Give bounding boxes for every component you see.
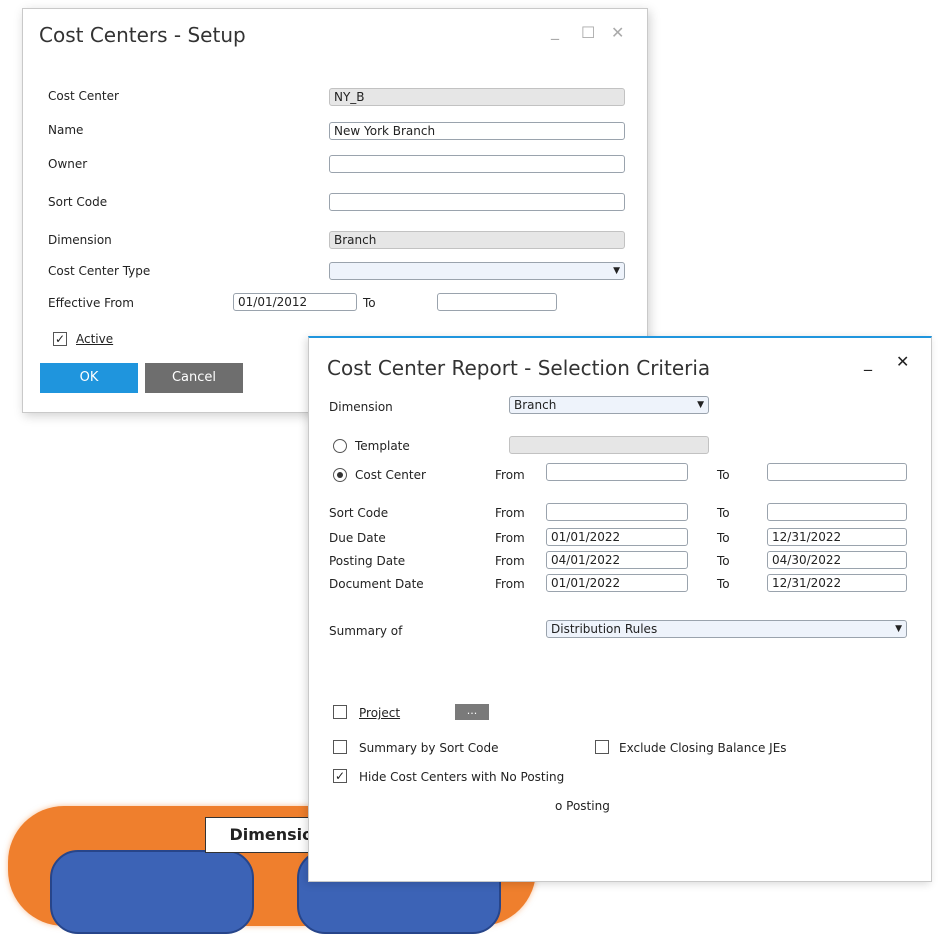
summary-of-value: Distribution Rules xyxy=(551,622,658,636)
owner-label: Owner xyxy=(48,157,88,171)
cost-center-report-window: Cost Center Report - Selection Criteria … xyxy=(308,336,932,882)
maximize-icon[interactable]: ☐ xyxy=(581,23,595,42)
effective-to-field[interactable] xyxy=(437,293,557,311)
name-field[interactable]: New York Branch xyxy=(329,122,625,140)
dimension-value: Branch xyxy=(514,398,557,412)
posting-date-label: Posting Date xyxy=(329,554,406,568)
document-date-to-field[interactable]: 12/31/2022 xyxy=(767,574,907,592)
cost-center-radio-label: Cost Center xyxy=(355,468,426,482)
minimize-icon[interactable]: _ xyxy=(864,352,872,371)
effective-to-label: To xyxy=(363,296,376,310)
sort-code-label: Sort Code xyxy=(329,506,389,520)
cost-center-field[interactable]: NY_B xyxy=(329,88,625,106)
due-date-to-field[interactable]: 12/31/2022 xyxy=(767,528,907,546)
diagram-node-left xyxy=(50,850,254,934)
exclude-closing-balance-checkbox[interactable] xyxy=(595,740,609,754)
project-choose-button[interactable]: ... xyxy=(455,704,489,720)
project-label-text: Project xyxy=(359,706,401,720)
posting-date-to-label: To xyxy=(717,554,730,568)
name-label: Name xyxy=(48,123,84,137)
document-date-to-label: To xyxy=(717,577,730,591)
summary-by-sort-code-label: Summary by Sort Code xyxy=(359,741,499,755)
due-date-to-label: To xyxy=(717,531,730,545)
template-label: Template xyxy=(355,439,410,453)
hide-cost-centers-label: Hide Cost Centers with No Posting xyxy=(359,770,565,784)
cost-center-radio[interactable] xyxy=(333,468,347,482)
active-label: Active xyxy=(76,332,113,346)
dropdown-arrow-icon[interactable]: ▼ xyxy=(697,397,704,413)
document-date-label: Document Date xyxy=(329,577,424,591)
minimize-icon[interactable]: _ xyxy=(551,21,559,40)
cost-center-type-dropdown[interactable]: ▼ xyxy=(329,262,625,280)
setup-window-title: Cost Centers - Setup xyxy=(39,23,246,47)
cost-center-type-label: Cost Center Type xyxy=(48,264,151,278)
dimension-dropdown[interactable]: Branch ▼ xyxy=(509,396,709,414)
due-date-from-label: From xyxy=(495,531,525,545)
summary-of-label: Summary of xyxy=(329,624,403,638)
project-checkbox[interactable] xyxy=(333,705,347,719)
dropdown-arrow-icon[interactable]: ▼ xyxy=(613,263,620,279)
sort-code-from-field[interactable] xyxy=(546,503,688,521)
ok-button[interactable]: OK xyxy=(40,363,138,393)
exclude-closing-balance-label: Exclude Closing Balance JEs xyxy=(619,741,787,755)
posting-date-from-label: From xyxy=(495,554,525,568)
cost-center-label: Cost Center xyxy=(48,89,119,103)
project-label: Project xyxy=(359,706,400,720)
summary-of-dropdown[interactable]: Distribution Rules ▼ xyxy=(546,620,907,638)
summary-by-sort-code-checkbox[interactable] xyxy=(333,740,347,754)
close-icon[interactable]: ✕ xyxy=(611,23,624,42)
partial-option-label: o Posting xyxy=(555,799,610,813)
sort-code-to-label: To xyxy=(717,506,730,520)
cost-center-to-label: To xyxy=(717,468,730,482)
document-date-from-field[interactable]: 01/01/2022 xyxy=(546,574,688,592)
template-field[interactable] xyxy=(509,436,709,454)
posting-date-to-field[interactable]: 04/30/2022 xyxy=(767,551,907,569)
owner-field[interactable] xyxy=(329,155,625,173)
effective-from-label: Effective From xyxy=(48,296,134,310)
dimension-label: Dimension xyxy=(48,233,112,247)
cost-center-from-label: From xyxy=(495,468,525,482)
close-icon[interactable]: ✕ xyxy=(896,352,909,371)
dimension-field[interactable]: Branch xyxy=(329,231,625,249)
hide-cost-centers-checkbox[interactable]: ✓ xyxy=(333,769,347,783)
dimension-label: Dimension xyxy=(329,400,393,414)
sort-code-to-field[interactable] xyxy=(767,503,907,521)
active-checkbox[interactable]: ✓ xyxy=(53,332,67,346)
cost-center-to-field[interactable] xyxy=(767,463,907,481)
sort-code-from-label: From xyxy=(495,506,525,520)
template-radio[interactable] xyxy=(333,439,347,453)
due-date-from-field[interactable]: 01/01/2022 xyxy=(546,528,688,546)
sort-code-label: Sort Code xyxy=(48,195,108,209)
effective-from-field[interactable]: 01/01/2012 xyxy=(233,293,357,311)
due-date-label: Due Date xyxy=(329,531,386,545)
cancel-button[interactable]: Cancel xyxy=(145,363,243,393)
cost-center-from-field[interactable] xyxy=(546,463,688,481)
report-window-title: Cost Center Report - Selection Criteria xyxy=(327,356,711,380)
posting-date-from-field[interactable]: 04/01/2022 xyxy=(546,551,688,569)
document-date-from-label: From xyxy=(495,577,525,591)
sort-code-field[interactable] xyxy=(329,193,625,211)
active-label-text: Active xyxy=(76,332,114,346)
dropdown-arrow-icon[interactable]: ▼ xyxy=(895,621,902,637)
